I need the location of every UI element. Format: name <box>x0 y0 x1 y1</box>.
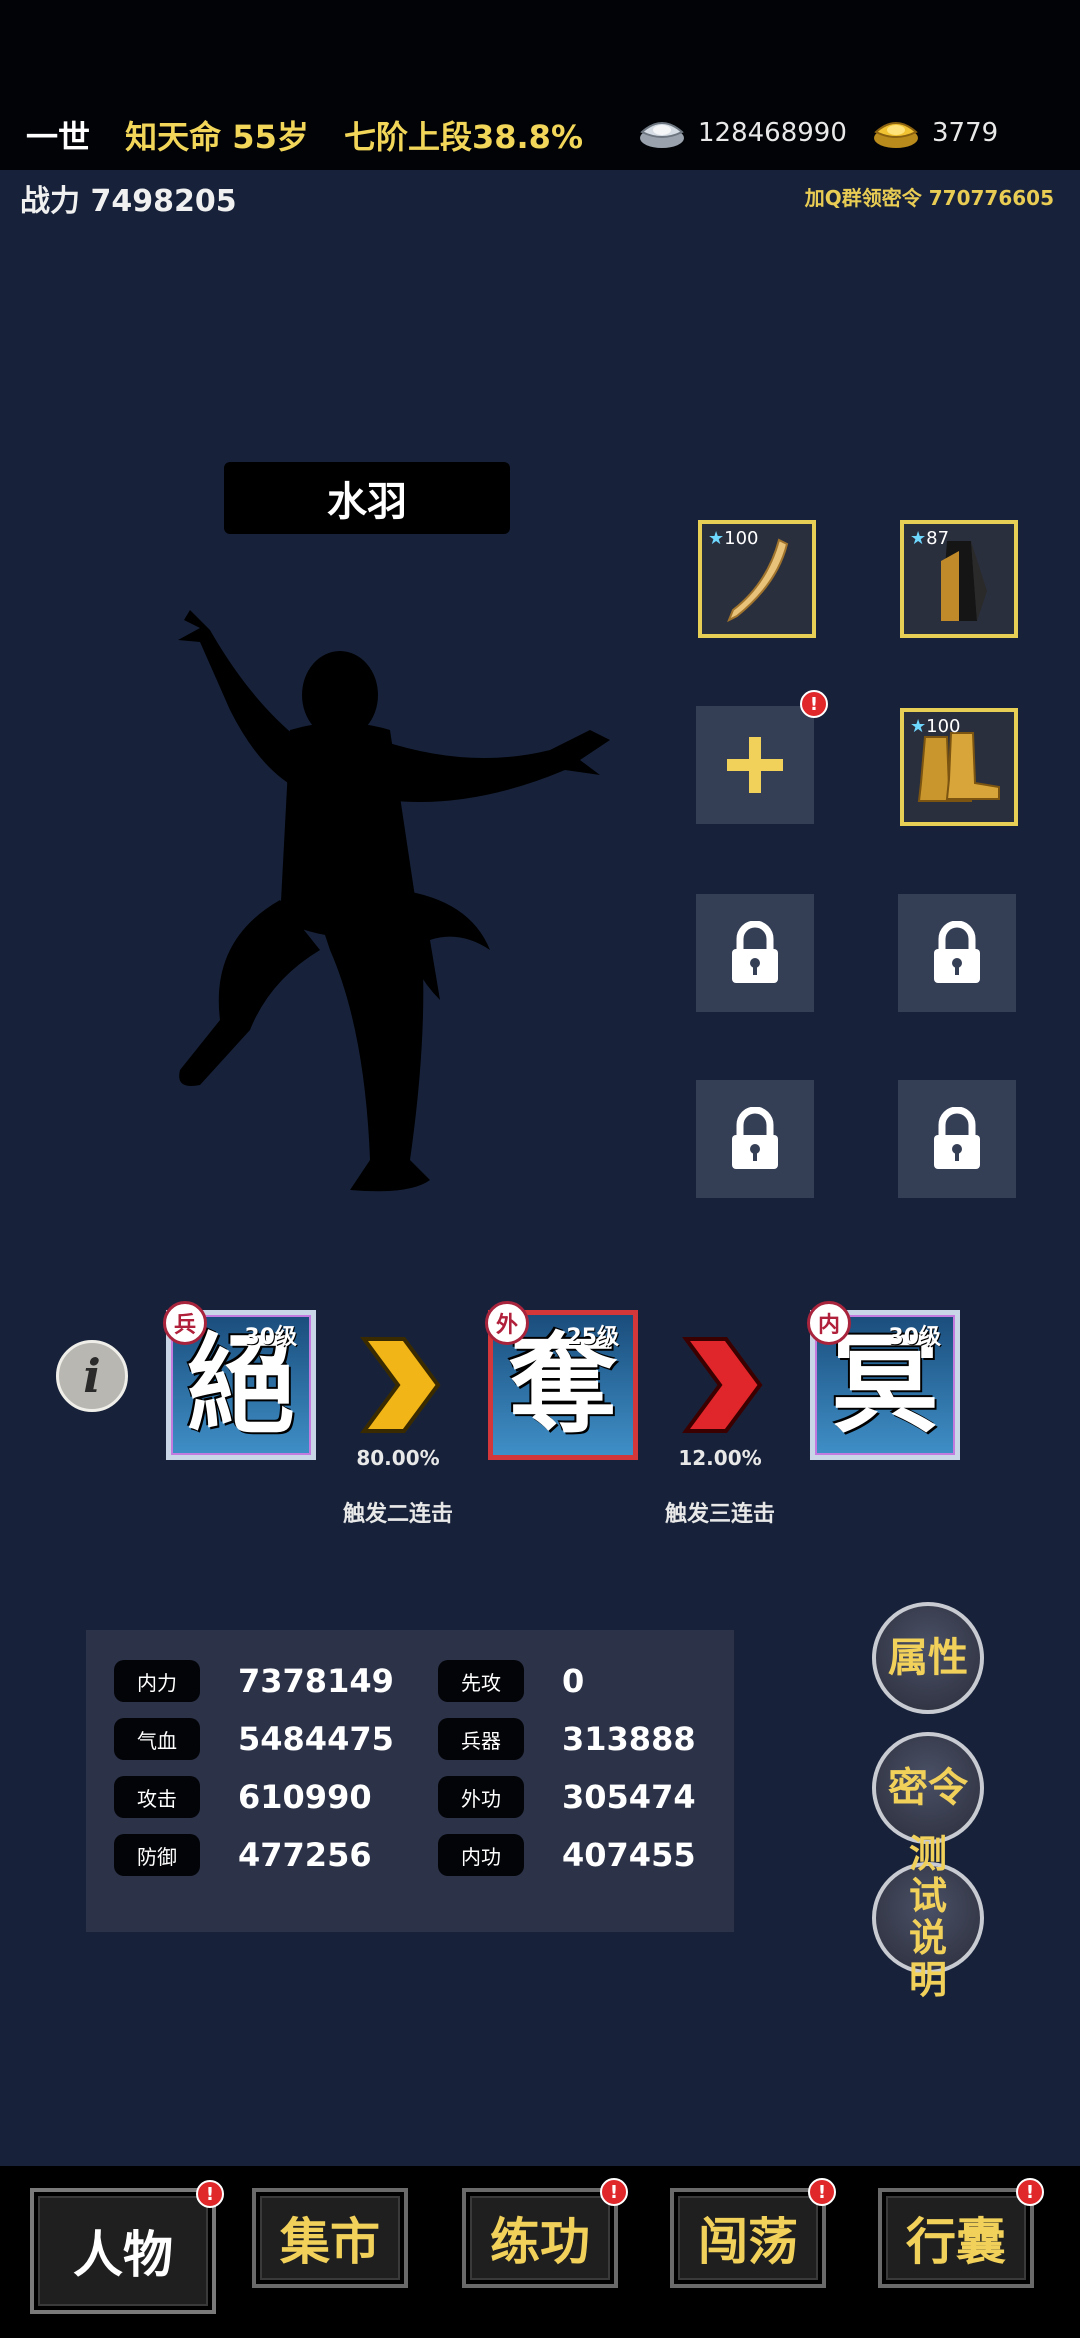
stat-row: 先攻 0 <box>438 1660 584 1702</box>
silver-ingot-icon <box>640 122 684 148</box>
tab-training[interactable]: 练功 ! <box>462 2178 628 2288</box>
stat-value: 610990 <box>238 1778 372 1816</box>
tab-inventory[interactable]: 行囊 ! <box>878 2178 1044 2288</box>
stat-label: 兵器 <box>438 1718 524 1760</box>
tab-label: 练功 <box>490 2213 590 2271</box>
stat-row: 气血 5484475 <box>114 1718 394 1760</box>
skill-level: 25级 <box>566 1325 619 1350</box>
star-level: ★100 <box>910 716 961 737</box>
stat-row: 内力 7378149 <box>114 1660 394 1702</box>
stat-label: 气血 <box>114 1718 200 1760</box>
equip-slot-armor[interactable]: ★87 <box>900 520 1018 638</box>
stat-label: 内功 <box>438 1834 524 1876</box>
alert-badge: ! <box>600 2178 628 2206</box>
star-level: ★100 <box>708 528 759 549</box>
tab-character[interactable]: 人物 ! <box>30 2180 224 2314</box>
alert-badge: ! <box>808 2178 836 2206</box>
character-silhouette <box>178 610 610 1192</box>
stat-value: 305474 <box>562 1778 696 1816</box>
age-label: 知天命 55岁 <box>125 118 309 156</box>
alert-badge: ! <box>196 2180 224 2208</box>
stat-value: 7378149 <box>238 1662 394 1700</box>
attributes-button[interactable]: 属性 <box>872 1602 984 1714</box>
locked-slot[interactable] <box>898 894 1016 1012</box>
stat-row: 兵器 313888 <box>438 1718 696 1760</box>
secret-code-button[interactable]: 密令 <box>872 1732 984 1844</box>
combo-label: 触发三连击 <box>664 1502 775 1527</box>
silver-amount: 128468990 <box>698 118 847 148</box>
gold-currency: 3779 <box>872 116 998 150</box>
silver-currency: 128468990 <box>638 116 847 150</box>
skill-type-badge: 兵 <box>163 1301 207 1345</box>
stat-value: 0 <box>562 1662 585 1700</box>
combo-rate: 80.00% <box>356 1446 440 1470</box>
combo-rate: 12.00% <box>678 1446 762 1470</box>
lock-icon <box>732 1107 778 1169</box>
equip-slot-weapon[interactable]: ★100 <box>698 520 816 638</box>
star-level: ★87 <box>910 528 950 549</box>
character-name: 水羽 <box>224 462 510 534</box>
skill-level: 30级 <box>888 1325 941 1350</box>
gold-amount: 3779 <box>932 118 999 148</box>
lock-icon <box>732 921 778 983</box>
lock-icon <box>934 921 980 983</box>
stat-value: 5484475 <box>238 1720 394 1758</box>
tab-label: 人物 <box>73 2226 173 2284</box>
tab-market[interactable]: 集市 <box>252 2188 408 2288</box>
stat-row: 防御 477256 <box>114 1834 372 1876</box>
info-icon[interactable]: i <box>56 1340 128 1412</box>
alert-badge: ! <box>1016 2178 1044 2206</box>
tab-adventure[interactable]: 闯荡 ! <box>670 2178 836 2288</box>
combat-power: 战力 7498205 <box>20 184 237 219</box>
stat-label: 内力 <box>114 1660 200 1702</box>
equip-slot-add[interactable]: ! <box>696 690 828 824</box>
gold-ingot-icon <box>874 122 918 148</box>
alert-badge: ! <box>800 690 828 718</box>
locked-slot[interactable] <box>898 1080 1016 1198</box>
stat-row: 攻击 610990 <box>114 1776 372 1818</box>
skill-type-badge: 外 <box>485 1301 529 1345</box>
stat-label: 外功 <box>438 1776 524 1818</box>
generation-label: 一世 <box>26 118 91 156</box>
stat-row: 外功 305474 <box>438 1776 696 1818</box>
plus-icon <box>727 737 783 793</box>
skill-type-badge: 内 <box>807 1301 851 1345</box>
stat-value: 477256 <box>238 1836 372 1874</box>
tab-label: 集市 <box>280 2213 380 2271</box>
locked-slot[interactable] <box>696 1080 814 1198</box>
stats-panel: 内力 7378149 先攻 0 气血 5484475 兵器 313888 攻击 … <box>86 1630 734 1932</box>
stat-label: 先攻 <box>438 1660 524 1702</box>
stat-label: 防御 <box>114 1834 200 1876</box>
skill-level: 30级 <box>244 1325 297 1350</box>
skill-slot-1[interactable]: 兵 30级 絕 <box>163 1301 316 1460</box>
promo-code-text[interactable]: 加Q群领密令 770776605 <box>805 182 1054 211</box>
tab-label: 行囊 <box>906 2213 1006 2271</box>
chevron-right-icon <box>682 1337 763 1433</box>
stat-value: 407455 <box>562 1836 696 1874</box>
tab-label: 闯荡 <box>698 2213 798 2271</box>
stat-label: 攻击 <box>114 1776 200 1818</box>
test-info-button[interactable]: 测试说明 <box>872 1834 984 2001</box>
equip-slot-boots[interactable]: ★100 <box>900 708 1018 826</box>
locked-slot[interactable] <box>696 894 814 1012</box>
skill-slot-3[interactable]: 内 30级 冥 <box>807 1301 960 1460</box>
stat-row: 内功 407455 <box>438 1834 696 1876</box>
cultivation-stage: 七阶上段38.8% <box>343 118 584 156</box>
chevron-right-icon <box>360 1337 441 1433</box>
stat-value: 313888 <box>562 1720 696 1758</box>
skill-slot-2[interactable]: 外 25级 奪 <box>485 1301 638 1460</box>
character-status: 一世 知天命 55岁 七阶上段38.8% <box>26 112 583 158</box>
lock-icon <box>934 1107 980 1169</box>
combo-label: 触发二连击 <box>342 1502 453 1527</box>
boots-icon <box>917 732 1000 802</box>
